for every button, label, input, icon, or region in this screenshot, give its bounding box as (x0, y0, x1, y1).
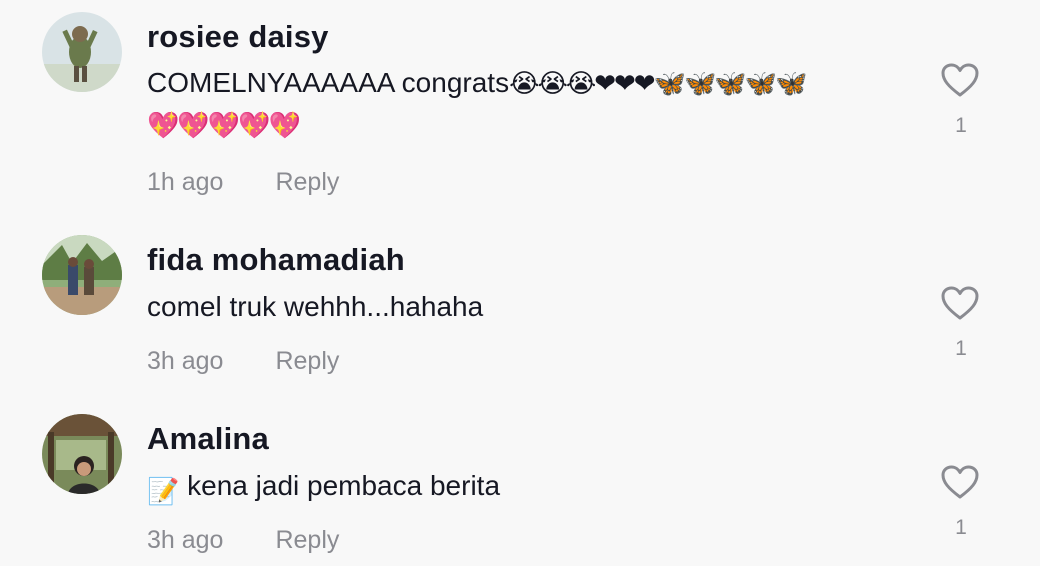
like-count: 1 (955, 114, 967, 137)
comment-emojis: 😭😭😭❤❤❤🦋🦋🦋🦋🦋 (509, 68, 807, 98)
reply-button[interactable]: Reply (275, 347, 339, 375)
comment-meta: 3h ago Reply (147, 526, 339, 555)
memo-emoji: 📝 (147, 476, 180, 506)
comment-text: COMELNYAAAAAA congrats😭😭😭❤❤❤🦋🦋🦋🦋🦋 (147, 62, 807, 104)
comment-text-content: COMELNYAAAAAA congrats (147, 67, 510, 98)
like-count: 1 (955, 337, 967, 360)
reply-button[interactable]: Reply (275, 168, 339, 196)
heart-outline-icon (941, 465, 979, 499)
comment-timestamp: 3h ago (147, 347, 224, 375)
comment-username[interactable]: Amalina (147, 421, 269, 457)
like-count: 1 (955, 516, 967, 539)
comment-emojis: 💖💖💖💖💖 (147, 110, 301, 140)
heart-outline-icon (941, 286, 979, 320)
like-button[interactable] (940, 464, 980, 500)
comment-meta: 3h ago Reply (147, 347, 339, 376)
like-button[interactable] (940, 285, 980, 321)
reply-button[interactable]: Reply (275, 526, 339, 554)
avatar[interactable] (42, 235, 122, 315)
comment-meta: 1h ago Reply (147, 168, 339, 197)
comment-text-content: kena jadi pembaca berita (187, 470, 501, 501)
comment-username[interactable]: rosiee daisy (147, 19, 329, 55)
comment-text: 📝 kena jadi pembaca berita (147, 465, 500, 512)
heart-outline-icon (941, 63, 979, 97)
comment-timestamp: 1h ago (147, 168, 224, 196)
comment-timestamp: 3h ago (147, 526, 224, 554)
avatar[interactable] (42, 12, 122, 92)
comment-username[interactable]: fida mohamadiah (147, 242, 405, 278)
avatar[interactable] (42, 414, 122, 494)
like-button[interactable] (940, 62, 980, 98)
comment-text-line-2: 💖💖💖💖💖 (147, 104, 301, 146)
comment-text: comel truk wehhh...hahaha (147, 291, 484, 322)
